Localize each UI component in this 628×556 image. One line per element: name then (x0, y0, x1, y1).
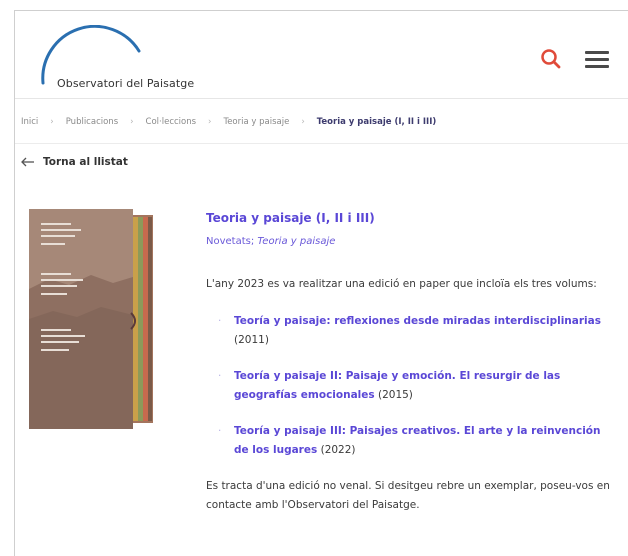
site-header: Observatori del Paisatge (15, 11, 628, 99)
search-icon (541, 49, 561, 69)
search-button[interactable] (539, 47, 563, 71)
collection-link[interactable]: Teoria y paisaje (257, 236, 335, 247)
volume-year: (2015) (377, 389, 413, 401)
outro-paragraph: Es tracta d'una edició no venal. Si desi… (206, 480, 610, 511)
book-cover-image (29, 209, 155, 429)
volumes-list: · Teoría y paisaje: reflexiones desde mi… (206, 312, 611, 460)
category-link[interactable]: Novetats (206, 236, 251, 247)
book-box-set-illustration (29, 209, 153, 429)
volume-year: (2022) (320, 444, 356, 456)
publication-details: Teoria y paisaje (I, II i III) Novetats;… (206, 211, 611, 515)
list-item: · Teoría y paisaje: reflexiones desde mi… (218, 312, 611, 350)
breadcrumb-item-teoria-y-paisaje[interactable]: Teoria y paisaje (223, 117, 289, 127)
back-to-list-link[interactable]: Torna al llistat (21, 156, 128, 168)
hamburger-menu-icon (585, 51, 609, 54)
breadcrumb-item-inici[interactable]: Inici (21, 117, 38, 127)
volume-link-1[interactable]: Teoría y paisaje: reflexiones desde mira… (234, 315, 601, 327)
intro-paragraph: L'any 2023 es va realitzar una edició en… (206, 278, 597, 290)
page-frame: Observatori del Paisatge Inici › Publica… (14, 10, 628, 556)
list-item: · Teoría y paisaje III: Paisajes creativ… (218, 422, 611, 460)
volume-link-3[interactable]: Teoría y paisaje III: Paisajes creativos… (234, 425, 601, 456)
breadcrumb-separator: › (301, 117, 305, 127)
breadcrumb-item-colleccions[interactable]: Col·leccions (146, 117, 197, 127)
breadcrumb-separator: › (130, 117, 134, 127)
breadcrumb-separator: › (208, 117, 212, 127)
back-link-label: Torna al llistat (43, 156, 128, 168)
volume-year: (2011) (234, 334, 269, 346)
publication-title[interactable]: Teoria y paisaje (I, II i III) (206, 211, 611, 225)
divider (15, 143, 628, 144)
site-logo[interactable]: Observatori del Paisatge (33, 25, 203, 90)
meta-separator: ; (250, 236, 255, 247)
bullet-icon: · (218, 370, 222, 382)
arrow-left-icon (21, 157, 34, 167)
breadcrumb-separator: › (50, 117, 54, 127)
logo-text: Observatori del Paisatge (57, 77, 195, 90)
logo-arc-icon (41, 25, 141, 85)
breadcrumb-current: Teoria y paisaje (I, II i III) (316, 117, 437, 127)
bullet-icon: · (218, 315, 222, 327)
menu-button[interactable] (585, 51, 609, 69)
breadcrumb: Inici › Publicacions › Col·leccions › Te… (21, 112, 436, 132)
bullet-icon: · (218, 425, 222, 437)
list-item: · Teoría y paisaje II: Paisaje y emoción… (218, 367, 611, 405)
publication-meta: Novetats; Teoria y paisaje (206, 236, 611, 247)
breadcrumb-item-publicacions[interactable]: Publicacions (66, 117, 118, 127)
